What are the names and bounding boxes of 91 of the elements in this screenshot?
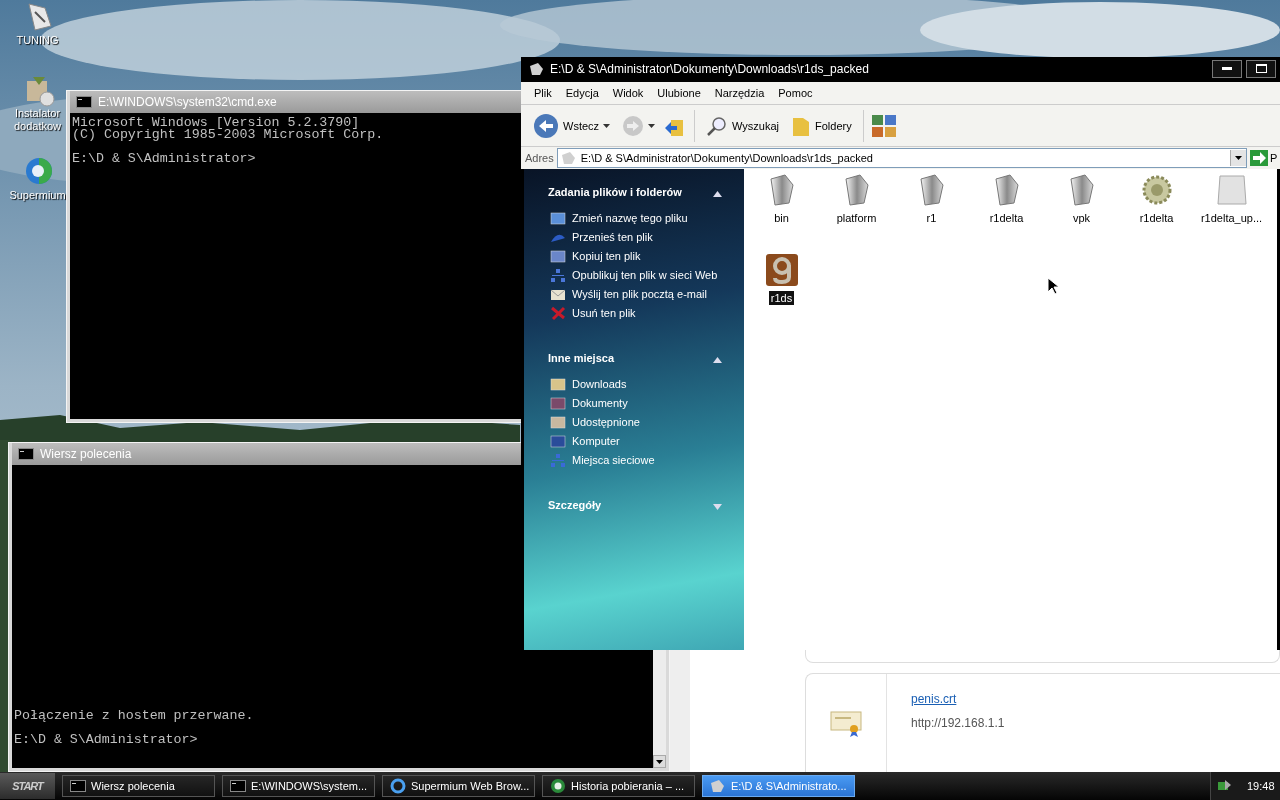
task-link[interactable]: Dokumenty bbox=[572, 396, 628, 410]
console-prompt: E:\D & S\Administrator> bbox=[14, 734, 199, 746]
file-name[interactable]: r1ds bbox=[768, 291, 795, 305]
views-icon[interactable] bbox=[870, 113, 897, 138]
menu-item[interactable]: Narzędzia bbox=[707, 87, 772, 99]
search-icon bbox=[706, 114, 729, 137]
folder-icon bbox=[560, 151, 577, 165]
console-line: Microsoft Windows [Version 5.2.3790] bbox=[72, 117, 360, 129]
file-name[interactable]: vpk bbox=[1070, 211, 1093, 225]
caret-icon bbox=[603, 123, 611, 128]
console-icon bbox=[230, 780, 246, 792]
shared-icon bbox=[550, 415, 566, 430]
menu-item[interactable]: Ulubione bbox=[650, 87, 708, 99]
dropdown-button[interactable] bbox=[1230, 150, 1246, 166]
search-button[interactable]: Wyszukaj bbox=[702, 112, 784, 139]
globe-icon bbox=[550, 778, 566, 794]
app-icon bbox=[764, 253, 799, 287]
folder-icon bbox=[529, 61, 545, 76]
folder-icon bbox=[710, 779, 726, 793]
network-icon bbox=[550, 453, 566, 468]
folder-icon bbox=[550, 377, 566, 392]
taskbar-button[interactable]: Historia pobierania – ... bbox=[542, 775, 695, 797]
browser-icon bbox=[390, 778, 406, 794]
task-link[interactable]: Wyślij ten plik pocztą e-mail bbox=[572, 287, 707, 301]
source-url: http://192.168.1.1 bbox=[911, 716, 1005, 730]
start-button[interactable]: START bbox=[0, 773, 55, 799]
console-icon bbox=[18, 448, 34, 460]
caret-icon bbox=[648, 123, 656, 128]
minimize-button[interactable] bbox=[1212, 59, 1242, 78]
pointer-icon bbox=[1047, 277, 1059, 295]
console-line: Połączenie z hostem przerwane. bbox=[14, 710, 255, 722]
menu-item[interactable]: Edycja bbox=[558, 87, 606, 99]
maximize-button[interactable] bbox=[1246, 59, 1276, 78]
clock: 19:48 bbox=[1247, 780, 1275, 792]
task-link[interactable]: Opublikuj ten plik w sieci Web bbox=[572, 268, 718, 282]
arrow-icon bbox=[1250, 150, 1268, 166]
caret-icon bbox=[656, 759, 663, 764]
task-link[interactable]: Zmień nazwę tego pliku bbox=[572, 211, 688, 225]
delete-icon bbox=[550, 306, 566, 321]
file-name[interactable]: bin bbox=[772, 211, 791, 225]
file-name[interactable]: platform bbox=[834, 211, 879, 225]
taskbar-button[interactable]: E:\D & S\Administrato... bbox=[702, 775, 855, 797]
task-link[interactable]: Przenieś ten plik bbox=[572, 230, 653, 244]
task-link[interactable]: Komputer bbox=[572, 434, 620, 448]
address-field[interactable]: E:\D & S\Administrator\Dokumenty\Downloads\r1ds_packed bbox=[556, 148, 1247, 168]
file-name[interactable]: r1 bbox=[924, 211, 939, 225]
task-link[interactable]: Miejsca sieciowe bbox=[572, 453, 655, 467]
back-button[interactable]: Wstecz bbox=[529, 110, 615, 141]
task-link[interactable]: Udostępnione bbox=[572, 415, 640, 429]
task-link[interactable]: Usuń ten plik bbox=[572, 306, 636, 320]
console-icon bbox=[70, 780, 86, 792]
pane-title[interactable]: Zadania plików i folderów bbox=[548, 186, 682, 198]
minimize-icon bbox=[1222, 67, 1232, 70]
documents-icon bbox=[550, 396, 566, 411]
go-button[interactable]: P bbox=[1250, 150, 1280, 166]
console-line: (C) Copyright 1985-2003 Microsoft Corp. bbox=[72, 129, 385, 141]
window-title: Wiersz polecenia bbox=[40, 447, 132, 461]
menu-item[interactable]: Widok bbox=[605, 87, 651, 99]
file-name[interactable]: r1delta bbox=[987, 211, 1026, 225]
menu-item[interactable]: Plik bbox=[527, 87, 559, 99]
back-icon bbox=[533, 112, 559, 139]
desktop-icon-label[interactable]: TUNING bbox=[7, 34, 68, 47]
maximize-icon bbox=[1255, 64, 1267, 73]
taskbar-button[interactable]: E:\WINDOWS\system... bbox=[222, 775, 375, 797]
copy-icon bbox=[550, 249, 566, 264]
computer-icon bbox=[550, 434, 566, 449]
collapse-icon[interactable] bbox=[713, 357, 722, 363]
console-icon bbox=[76, 96, 92, 108]
address-label: Adres bbox=[525, 152, 554, 164]
window-title: E:\D & S\Administrator\Dokumenty\Downloads\r1ds_packed bbox=[550, 61, 869, 76]
pane-title[interactable]: Inne miejsca bbox=[548, 352, 615, 364]
folders-button[interactable]: Foldery bbox=[787, 111, 856, 140]
task-link[interactable]: Downloads bbox=[572, 377, 627, 391]
window-title: E:\WINDOWS\system32\cmd.exe bbox=[98, 95, 277, 109]
file-name[interactable]: r1delta bbox=[1137, 211, 1176, 225]
forward-icon bbox=[622, 114, 645, 137]
file-link[interactable]: penis.crt bbox=[911, 692, 1005, 706]
taskbar-button[interactable]: Wiersz polecenia bbox=[62, 775, 215, 797]
taskbar-button[interactable]: Supermium Web Brow... bbox=[382, 775, 535, 797]
certificate-icon bbox=[830, 709, 862, 737]
file-icon bbox=[1214, 173, 1249, 207]
file-name[interactable]: r1delta_up... bbox=[1198, 211, 1265, 225]
caret-icon bbox=[1235, 156, 1242, 160]
pane-title[interactable]: Szczegóły bbox=[548, 499, 602, 511]
menu-item[interactable]: Pomoc bbox=[771, 87, 820, 99]
rename-icon bbox=[550, 211, 566, 226]
collapse-icon[interactable] bbox=[713, 191, 722, 197]
email-icon bbox=[550, 287, 566, 302]
scrollbar[interactable] bbox=[653, 650, 666, 768]
publish-icon bbox=[550, 268, 566, 283]
task-link[interactable]: Kopiuj ten plik bbox=[572, 249, 641, 263]
